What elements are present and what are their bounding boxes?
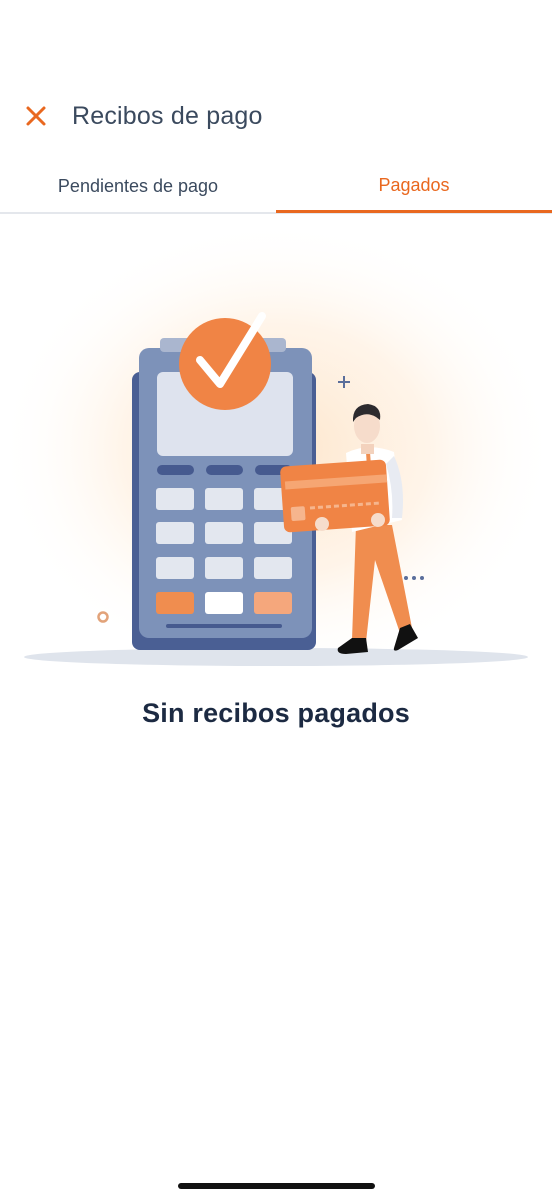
- empty-state-message: Sin recibos pagados: [142, 698, 410, 728]
- tab-paid[interactable]: Pagados: [276, 160, 552, 213]
- page-title: Recibos de pago: [72, 102, 263, 130]
- close-button[interactable]: [20, 100, 52, 132]
- home-indicator: [178, 1183, 375, 1189]
- tab-bar: Pendientes de pago Pagados: [0, 160, 552, 214]
- close-icon[interactable]: [20, 100, 52, 132]
- app-header: Recibos de pago: [0, 0, 552, 160]
- payment-terminal-illustration: [0, 220, 552, 690]
- ground-shadow: [24, 648, 528, 666]
- dots-decoration: [404, 576, 424, 580]
- tab-pending-payment[interactable]: Pendientes de pago: [0, 160, 276, 212]
